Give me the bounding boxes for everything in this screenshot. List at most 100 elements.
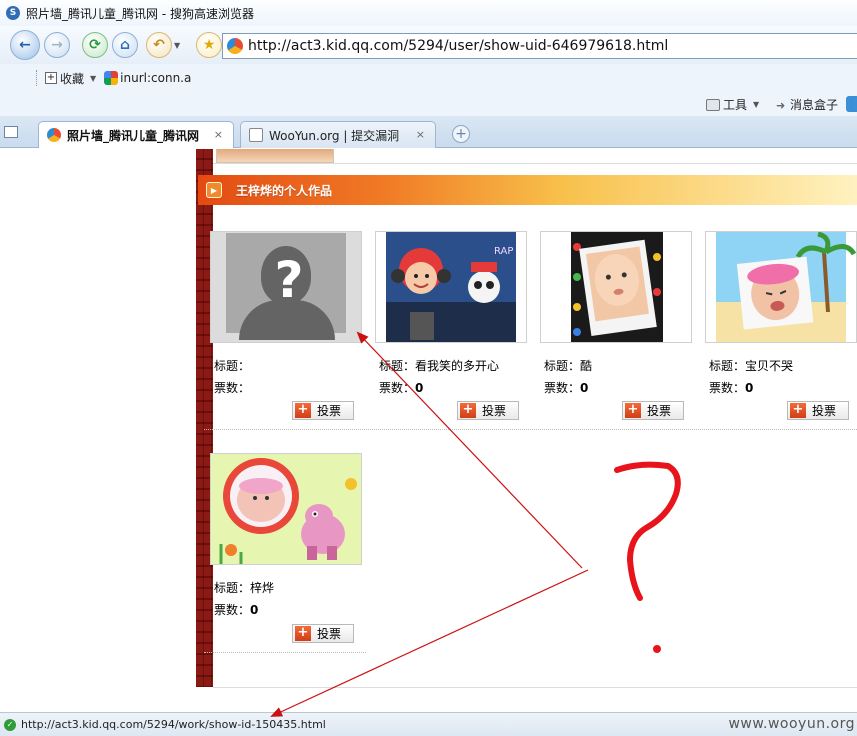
tab-label: WooYun.org | 提交漏洞: [269, 128, 400, 143]
vote-button-label: 投票: [812, 404, 837, 418]
row-divider: [204, 429, 857, 430]
address-bar[interactable]: http://act3.kid.qq.com/5294/user/show-ui…: [222, 33, 857, 59]
divider: [213, 163, 857, 164]
section-title: 王梓烨的个人作品: [236, 183, 333, 198]
browser-edge-icon[interactable]: [846, 96, 857, 112]
work-card: 标题：梓烨 票数：0: [210, 453, 362, 621]
work-meta: 标题：梓烨 票数：0: [210, 577, 360, 621]
baby-flower-frame-photo: [211, 454, 361, 564]
work-votes-row: 票数：0: [544, 377, 690, 399]
vote-button-label: 投票: [317, 404, 342, 418]
work-card: 标题：宝贝不哭 票数：0: [705, 231, 857, 399]
work-thumbnail[interactable]: [705, 231, 857, 343]
undo-icon[interactable]: ↶: [146, 32, 172, 58]
navigation-toolbar: ← → ⟳ ⌂ ↶ ▼ ★ http://act3.kid.qq.com/529…: [0, 26, 857, 64]
title-label: 标题：: [709, 359, 746, 373]
tab-close-icon[interactable]: ×: [416, 128, 425, 141]
work-meta: 标题：看我笑的多开心 票数：0: [375, 355, 525, 399]
window-title: 照片墙_腾讯儿童_腾讯网 - 搜狗高速浏览器: [26, 6, 254, 21]
tab-page-icon: [249, 128, 263, 142]
play-arrow-icon: ▶: [206, 182, 222, 198]
work-votes: 0: [415, 381, 424, 395]
work-votes-row: 票数：0: [709, 377, 855, 399]
tab-wooyun[interactable]: WooYun.org | 提交漏洞 ×: [240, 121, 436, 148]
toolbox-icon: [706, 98, 720, 111]
sidebar-toggle-icon[interactable]: [4, 126, 18, 138]
message-box-label: 消息盒子: [790, 98, 839, 112]
page-left-blank-area: [0, 149, 196, 712]
page-bottom-rule: [213, 687, 857, 688]
vote-plus-icon: +: [460, 403, 476, 418]
section-header: ▶ 王梓烨的个人作品: [198, 175, 857, 205]
work-votes-row: 票数：0: [214, 599, 360, 621]
title-label: 标题：: [544, 359, 581, 373]
tab-photo-wall[interactable]: 照片墙_腾讯儿童_腾讯网 ×: [38, 121, 234, 148]
work-title: 梓烨: [250, 581, 275, 595]
work-votes-row: 票数：: [214, 377, 360, 399]
vote-button[interactable]: + 投票: [787, 401, 849, 420]
tab-close-icon[interactable]: ×: [214, 128, 223, 141]
tools-label: 工具: [723, 98, 748, 112]
back-arrow-icon[interactable]: ←: [10, 30, 40, 60]
work-votes: 0: [250, 603, 259, 617]
favorite-star-icon[interactable]: ★: [196, 32, 223, 58]
tools-menu-button[interactable]: 工具 ▼: [706, 96, 759, 113]
votes-label: 票数：: [214, 381, 251, 395]
work-thumbnail-placeholder[interactable]: ?: [210, 231, 362, 343]
bookmark-inurl[interactable]: inurl:conn.a: [96, 71, 191, 85]
vote-button[interactable]: + 投票: [622, 401, 684, 420]
refresh-icon[interactable]: ⟳: [82, 32, 108, 58]
work-card: 标题：酷 票数：0: [540, 231, 692, 399]
vote-plus-icon: +: [295, 403, 311, 418]
favorites-menu-button[interactable]: + 收藏 ▼: [45, 70, 96, 87]
vote-button[interactable]: + 投票: [292, 624, 354, 643]
wooyun-watermark: www.wooyun.org: [728, 716, 855, 732]
work-thumbnail[interactable]: RAP: [375, 231, 527, 343]
vote-plus-icon: +: [790, 403, 806, 418]
window-titlebar: S 照片墙_腾讯儿童_腾讯网 - 搜狗高速浏览器: [0, 0, 857, 26]
tools-chevron-down-icon: ▼: [753, 100, 760, 109]
bookmark-label: inurl:conn.a: [120, 71, 192, 85]
work-title-row: 标题：梓烨: [214, 577, 360, 599]
vote-button[interactable]: + 投票: [292, 401, 354, 420]
status-bar: ✓ http://act3.kid.qq.com/5294/work/show-…: [0, 712, 857, 736]
work-title-row: 标题：看我笑的多开心: [379, 355, 525, 377]
votes-label: 票数：: [214, 603, 251, 617]
work-card: RAP 标题：看我笑的多开心 票数：0: [375, 231, 527, 399]
vote-button-label: 投票: [482, 404, 507, 418]
work-title: 看我笑的多开心: [415, 359, 500, 373]
row-divider: [204, 652, 366, 653]
work-thumbnail[interactable]: [540, 231, 692, 343]
new-tab-plus-icon[interactable]: +: [452, 125, 470, 143]
work-card: ? 标题： 票数：: [210, 231, 362, 399]
work-meta: 标题：宝贝不哭 票数：0: [705, 355, 855, 399]
votes-label: 票数：: [709, 381, 746, 395]
work-thumbnail[interactable]: [210, 453, 362, 565]
crying-baby-beach-photo: [716, 232, 856, 342]
tab-label: 照片墙_腾讯儿童_腾讯网: [67, 128, 200, 143]
page-content: ▶ 王梓烨的个人作品 ? 标题： 票数： + 投票 RAP 标题：看我笑的多开心…: [196, 149, 857, 712]
tab-bar: 照片墙_腾讯儿童_腾讯网 × WooYun.org | 提交漏洞 × +: [0, 116, 857, 148]
address-url[interactable]: http://act3.kid.qq.com/5294/user/show-ui…: [248, 38, 668, 54]
site-favicon-icon: [227, 38, 243, 54]
sogou-browser-icon: S: [6, 6, 20, 20]
votes-label: 票数：: [379, 381, 416, 395]
toolbar-grip: [36, 70, 39, 86]
tab-favicon-icon: [47, 128, 61, 142]
favorites-bar: + 收藏 ▼ inurl:conn.a: [0, 64, 857, 92]
previous-image-edge: [216, 149, 334, 163]
undo-dropdown-chevron-icon[interactable]: ▼: [174, 41, 180, 50]
title-label: 标题：: [379, 359, 416, 373]
work-votes: 0: [580, 381, 589, 395]
baby-framed-photo: [571, 232, 663, 342]
home-icon[interactable]: ⌂: [112, 32, 138, 58]
forward-arrow-icon[interactable]: →: [44, 32, 70, 58]
work-title-row: 标题：: [214, 355, 360, 377]
work-meta: 标题：酷 票数：0: [540, 355, 690, 399]
work-meta: 标题： 票数：: [210, 355, 360, 399]
vote-button-label: 投票: [317, 627, 342, 641]
work-title-row: 标题：宝贝不哭: [709, 355, 855, 377]
message-box-button[interactable]: ➜ 消息盒子: [776, 96, 838, 113]
vote-button[interactable]: + 投票: [457, 401, 519, 420]
work-title: 酷: [580, 359, 593, 373]
